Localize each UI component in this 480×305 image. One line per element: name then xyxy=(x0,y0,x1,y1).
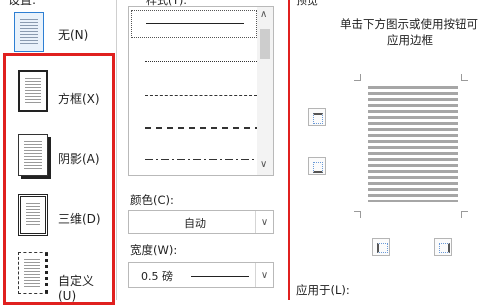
style-line-dashed[interactable] xyxy=(145,127,257,129)
width-line-sample xyxy=(191,276,249,277)
scroll-down-icon[interactable]: ∨ xyxy=(260,159,267,170)
top-border-button[interactable] xyxy=(308,108,326,126)
preset-none-icon xyxy=(14,12,44,52)
preset-custom-label: 自定义(U) xyxy=(58,274,95,303)
style-line-solid-selected[interactable] xyxy=(131,10,257,38)
bottom-border-button[interactable] xyxy=(308,157,326,175)
preview-instruction-line2: 应用边框 xyxy=(387,33,433,47)
column-divider-left xyxy=(116,0,117,300)
preset-box-icon xyxy=(18,70,48,112)
preset-3d-icon xyxy=(18,194,48,236)
preset-shadow-icon xyxy=(18,134,48,176)
preset-shadow-label: 阴影(A) xyxy=(58,152,100,166)
preset-none[interactable]: 无(N) xyxy=(8,12,108,52)
preset-box-label: 方框(X) xyxy=(58,92,100,106)
width-value: 0.5 磅 xyxy=(141,270,173,283)
corner-mark-tr xyxy=(461,74,468,81)
color-value: 自动 xyxy=(184,217,206,230)
preset-box[interactable]: 方框(X) xyxy=(8,70,108,120)
corner-mark-bl xyxy=(354,211,361,218)
preset-shadow[interactable]: 阴影(A) xyxy=(8,134,108,184)
corner-mark-br xyxy=(461,211,468,218)
preview-heading: 预览 xyxy=(296,0,318,7)
scroll-up-icon[interactable]: ∧ xyxy=(260,9,267,20)
style-line-dotted[interactable] xyxy=(145,61,257,62)
highlight-separator xyxy=(288,0,290,300)
preset-3d-label: 三维(D) xyxy=(58,212,101,226)
preset-custom[interactable]: 自定义(U) xyxy=(8,252,108,303)
preview-text-lines xyxy=(368,86,458,202)
width-dropdown[interactable]: 0.5 磅 ∨ xyxy=(128,262,274,288)
preview-instruction-line1: 单击下方图示或使用按钮可 xyxy=(340,17,478,31)
style-line-dashed-fine[interactable] xyxy=(145,95,257,96)
style-list-scrollbar[interactable]: ∧ ∨ xyxy=(257,7,273,175)
chevron-down-icon[interactable]: ∨ xyxy=(255,211,273,233)
corner-mark-tl xyxy=(354,74,361,81)
left-border-button[interactable] xyxy=(372,238,390,256)
preset-3d[interactable]: 三维(D) xyxy=(8,194,108,244)
style-line-dash-dot[interactable] xyxy=(145,159,257,160)
color-label: 颜色(C): xyxy=(130,193,174,207)
chevron-down-icon[interactable]: ∨ xyxy=(255,263,273,287)
apply-to-label: 应用于(L): xyxy=(296,283,350,297)
right-border-button[interactable] xyxy=(434,238,452,256)
preset-none-label: 无(N) xyxy=(58,28,89,42)
scroll-thumb[interactable] xyxy=(260,29,270,59)
style-list[interactable]: ∧ ∨ xyxy=(128,6,274,176)
presets-heading: 设置: xyxy=(8,0,37,7)
width-label: 宽度(W): xyxy=(130,243,178,257)
preset-custom-icon xyxy=(18,252,48,294)
color-dropdown[interactable]: 自动 ∨ xyxy=(128,210,274,234)
